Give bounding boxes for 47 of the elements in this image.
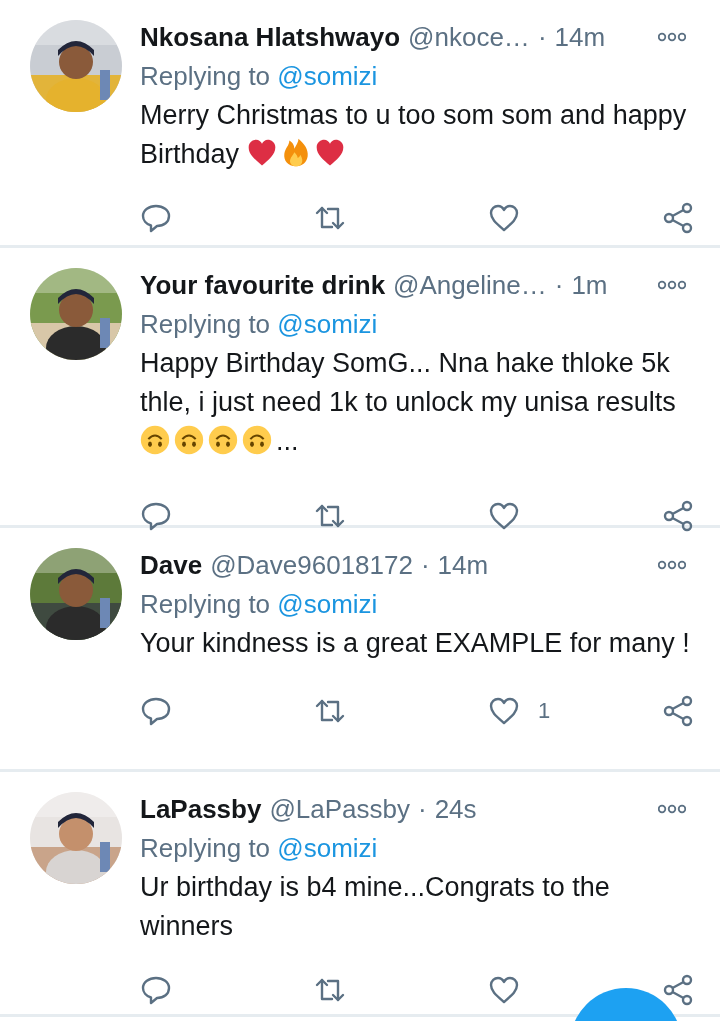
replying-label: Replying to — [140, 833, 271, 863]
heart-emoji-icon — [314, 138, 345, 168]
heart-emoji-icon — [246, 138, 277, 168]
upside-down-face-emoji-icon — [174, 425, 204, 455]
replying-label: Replying to — [140, 589, 271, 619]
like-icon[interactable] — [488, 202, 520, 234]
separator-dot: · — [420, 549, 430, 581]
upside-down-face-emoji-icon — [208, 425, 238, 455]
share-icon[interactable] — [662, 974, 694, 1006]
timestamp: 24s — [434, 793, 477, 825]
like-icon[interactable] — [488, 500, 520, 532]
reply-icon[interactable] — [140, 695, 172, 727]
tweet-text: Happy Birthday SomG... Nna hake thloke 5k thle, i just need 1k to unlock my unisa results ... — [140, 347, 677, 458]
tweet-text: Ur birthday is b4 mine...Congrats to the winners — [140, 871, 611, 943]
like-icon[interactable] — [488, 974, 520, 1006]
timestamp: 14m — [554, 21, 606, 53]
user-handle: @LaPassby — [269, 793, 410, 825]
replying-label: Replying to — [140, 309, 271, 339]
like-icon[interactable] — [488, 695, 520, 727]
more-options-icon[interactable] — [658, 32, 686, 42]
user-handle: @Angeline… — [393, 269, 547, 301]
more-options-icon[interactable] — [658, 280, 686, 290]
like-count: 1 — [538, 698, 551, 724]
timestamp: 14m — [437, 549, 489, 581]
separator-dot: · — [418, 793, 427, 825]
user-name[interactable]: Your favourite drink — [140, 269, 386, 301]
replying-label: Replying to — [140, 61, 271, 91]
more-options-icon[interactable] — [658, 560, 686, 570]
share-icon[interactable] — [662, 695, 694, 727]
separator-dot: · — [554, 269, 564, 301]
tweet-text: Merry Christmas to u too som som and happy Birthday — [140, 99, 688, 171]
timestamp: 1m — [571, 269, 608, 301]
more-options-icon[interactable] — [658, 804, 686, 814]
reply-icon[interactable] — [140, 202, 172, 234]
reply-icon[interactable] — [140, 500, 172, 532]
user-handle: @Dave96018172 — [210, 549, 413, 581]
share-icon[interactable] — [662, 500, 694, 532]
user-handle: @nkoce… — [408, 21, 530, 53]
tweet-text: Your kindness is a great EXAMPLE for many ! — [140, 627, 691, 660]
separator-dot: · — [537, 21, 547, 53]
upside-down-face-emoji-icon — [140, 425, 170, 455]
share-icon[interactable] — [662, 202, 694, 234]
user-name[interactable]: Nkosana Hlatshwayo — [140, 21, 401, 53]
upside-down-face-emoji-icon — [242, 425, 272, 455]
user-name[interactable]: Dave — [140, 549, 203, 581]
user-name[interactable]: LaPassby — [140, 793, 262, 825]
reply-icon[interactable] — [140, 974, 172, 1006]
